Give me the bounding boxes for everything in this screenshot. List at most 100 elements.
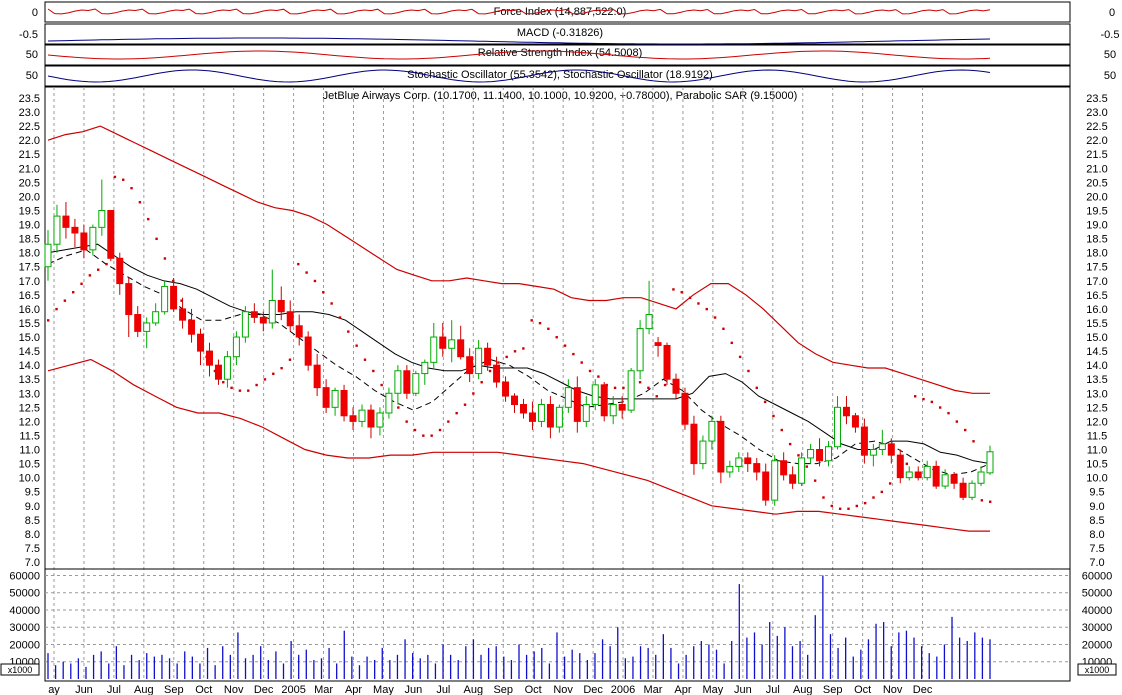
moving-average-line [47,243,991,465]
force-index-label: Force Index (14,887,522.0) [494,6,627,18]
candle-body [71,226,79,234]
sar-dot [222,381,225,384]
candlestick [475,339,483,380]
candle-body [232,336,240,358]
candle-body [349,415,357,422]
candlestick [89,224,97,256]
candlestick [125,277,133,338]
candlestick [179,297,187,329]
candle-body [645,314,653,330]
x-tick-label: Jun [405,684,423,695]
candle-body [125,283,133,316]
price-tick-label: 15.5 [1086,318,1107,330]
price-tick-label: 23.5 [19,93,40,105]
price-tick-label: 14.5 [19,346,40,358]
candlestick [582,396,590,428]
price-tick-label: 23.0 [1086,107,1107,119]
x-tick-label: 2006 [611,684,635,695]
sar-dot [105,262,108,266]
candle-body [241,311,249,338]
candlestick [421,359,429,385]
candlestick [932,460,940,489]
candle-body [304,336,312,366]
candlestick [295,314,303,346]
price-tick-label: 17.0 [1086,276,1107,288]
price-panel-frame [44,86,1071,570]
candle-body [519,404,527,414]
x-tick-label: May [373,684,394,695]
candlestick [869,443,877,467]
sar-dot [647,386,650,390]
sar-dot [563,344,567,347]
candle-body [789,474,797,484]
candlestick [959,477,967,501]
price-tick-label: 21.5 [1086,149,1107,161]
candlestick [825,441,833,467]
rsi-left-tick: 50 [26,49,38,61]
candle-body [277,299,285,313]
rsi-right-tick: 50 [1104,49,1116,61]
price-tick-label: 16.0 [1086,304,1107,316]
sar-dot [280,366,283,370]
candle-body [143,322,151,332]
sar-dot [230,386,233,390]
sar-dot [989,500,992,503]
candle-body [385,392,393,414]
price-tick-label: 10.5 [19,459,40,471]
sar-dot [580,361,583,364]
candle-body [340,389,348,417]
price-tick-label: 20.5 [19,177,40,189]
x-tick-label: Apr [345,684,362,695]
candle-body [205,350,213,366]
candlestick [564,379,572,413]
x-tick-label: Aug [793,684,813,695]
sar-dot [80,282,83,285]
sar-dot [705,307,708,311]
candlestick [654,337,662,357]
candlestick [816,438,824,467]
time-axis: ay Jun Jul Aug Sep Oct Nov Dec 2005 Mar Apr May Jun J… [48,684,933,695]
candle-body [295,325,303,338]
force-index-panel: Force Index (14,887,522.0) 0 0 [32,1,1115,23]
candlestick [313,353,321,397]
candlestick [744,452,752,473]
candle-body [394,370,402,394]
candle-body [170,285,178,310]
candlestick [457,325,465,360]
candlestick [645,280,653,335]
candlestick [968,480,976,501]
candlestick [439,322,447,357]
candle-body [179,308,187,321]
candlesticks [44,179,994,506]
price-tick-label: 16.5 [1086,290,1107,302]
sar-dot [697,302,700,305]
sar-dot [847,507,850,510]
candlestick [546,396,554,439]
volume-tick-label: 60000 [1082,570,1113,582]
sar-dot [380,383,383,387]
sar-dot [147,217,150,221]
candlestick [197,328,205,366]
candlestick [44,230,52,281]
candlestick [735,452,743,473]
candlestick [923,460,931,481]
sar-dot [130,186,133,190]
candle-body [833,406,841,448]
sar-dot [905,462,909,465]
x-tick-label: ay [48,684,60,695]
candle-body [977,471,985,484]
sar-dot [88,274,92,277]
candle-body [816,449,824,462]
force-index-left-tick: 0 [32,7,38,19]
candle-body [905,471,913,479]
x-tick-label: Aug [134,684,154,695]
candle-body [430,336,438,363]
candle-body [941,474,949,487]
candlestick [53,204,61,253]
sar-dot [63,299,67,302]
sar-dot [288,358,292,361]
candlestick [349,407,357,430]
candle-body [771,460,779,501]
macd-right-tick: -0.5 [1101,29,1120,41]
candle-body [259,316,267,324]
